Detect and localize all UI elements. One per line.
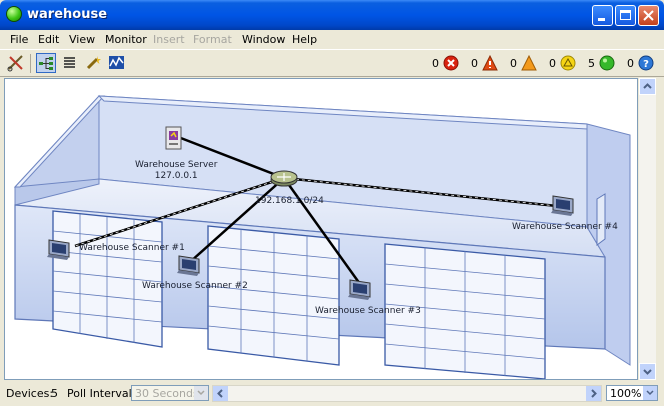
caution-icon[interactable]: [560, 55, 576, 71]
status-bar: Devices: 5 Poll Interval: 30 Seconds 100…: [0, 382, 664, 406]
warning-icon[interactable]: [521, 55, 537, 71]
server-name: Warehouse Server: [135, 160, 218, 170]
scroll-up-button[interactable]: [639, 78, 656, 95]
tree-view-icon[interactable]: [36, 53, 56, 73]
menu-monitor[interactable]: Monitor: [105, 33, 147, 46]
menu-help[interactable]: Help: [292, 33, 317, 46]
scanner-1-icon[interactable]: [45, 237, 75, 261]
horizontal-scrollbar[interactable]: [212, 385, 602, 402]
scroll-right-button[interactable]: [586, 386, 601, 401]
help-question-icon[interactable]: ?: [638, 55, 654, 71]
green-globe-icon: [6, 6, 22, 22]
ok-count: 5: [588, 57, 595, 70]
devices-count: 5: [51, 387, 58, 400]
chevron-up-icon: [643, 83, 652, 89]
critical-icon[interactable]: [443, 55, 459, 71]
menu-bar: File Edit View Monitor Insert Format Win…: [0, 30, 664, 49]
menu-window[interactable]: Window: [242, 33, 285, 46]
scroll-down-button[interactable]: [639, 363, 656, 380]
svg-text:?: ?: [643, 59, 649, 70]
server-ip: 127.0.0.1: [154, 171, 198, 181]
menu-view[interactable]: View: [69, 33, 95, 46]
toolbar-separator: [30, 54, 31, 73]
title-bar[interactable]: warehouse: [0, 0, 664, 30]
warning-count: 0: [510, 57, 517, 70]
chevron-right-icon: [591, 389, 597, 398]
close-icon: [643, 10, 654, 21]
error-count: 0: [471, 57, 478, 70]
chevron-down-icon: [646, 390, 654, 396]
scroll-left-button[interactable]: [213, 386, 228, 401]
poll-dropdown-button: [194, 386, 208, 400]
menu-format: Format: [193, 33, 232, 46]
devices-label: Devices:: [6, 387, 54, 400]
app-window: warehouse File Edit View Monitor Insert …: [0, 0, 664, 406]
server-icon[interactable]: [163, 125, 185, 151]
poll-interval-select: 30 Seconds: [131, 385, 209, 401]
zoom-value: 100%: [610, 387, 642, 400]
minimize-button[interactable]: [592, 5, 613, 26]
vertical-scrollbar[interactable]: [639, 78, 656, 380]
menu-edit[interactable]: Edit: [38, 33, 59, 46]
zoom-dropdown-button[interactable]: [643, 386, 657, 400]
chevron-left-icon: [217, 389, 223, 398]
chevron-down-icon: [643, 369, 652, 375]
map-canvas[interactable]: Warehouse Server 127.0.0.1 192.168.1.0/2…: [4, 78, 638, 380]
router-icon[interactable]: [269, 168, 299, 188]
chevron-down-icon: [197, 390, 205, 396]
list-view-icon[interactable]: [60, 53, 80, 73]
wand-icon[interactable]: [84, 53, 104, 73]
menu-file[interactable]: File: [10, 33, 28, 46]
caution-count: 0: [549, 57, 556, 70]
window-title: warehouse: [27, 7, 108, 22]
scanner-3-label: Warehouse Scanner #3: [315, 306, 421, 316]
scanner-4-label: Warehouse Scanner #4: [512, 222, 618, 232]
scissors-tool-icon[interactable]: [6, 53, 26, 73]
maximize-button[interactable]: [615, 5, 636, 26]
poll-interval-label: Poll Interval:: [67, 387, 136, 400]
scanner-4-icon[interactable]: [549, 193, 579, 217]
menu-insert: Insert: [153, 33, 185, 46]
poll-interval-value: 30 Seconds: [135, 387, 199, 400]
close-button[interactable]: [638, 5, 659, 26]
server-label: Warehouse Server 127.0.0.1: [135, 160, 217, 182]
chart-icon[interactable]: [107, 53, 127, 73]
toolbar: 0 0 0 0 5 0 ?: [0, 49, 664, 77]
unknown-count: 0: [627, 57, 634, 70]
scanner-2-label: Warehouse Scanner #2: [142, 281, 248, 291]
scanner-3-icon[interactable]: [346, 277, 376, 301]
zoom-select[interactable]: 100%: [606, 385, 658, 401]
error-icon[interactable]: [482, 55, 498, 71]
router-label: 192.168.1.0/24: [255, 196, 324, 206]
scanner-1-label: Warehouse Scanner #1: [79, 243, 185, 253]
scanner-2-icon[interactable]: [175, 253, 205, 277]
ok-icon[interactable]: [599, 55, 615, 71]
critical-count: 0: [432, 57, 439, 70]
